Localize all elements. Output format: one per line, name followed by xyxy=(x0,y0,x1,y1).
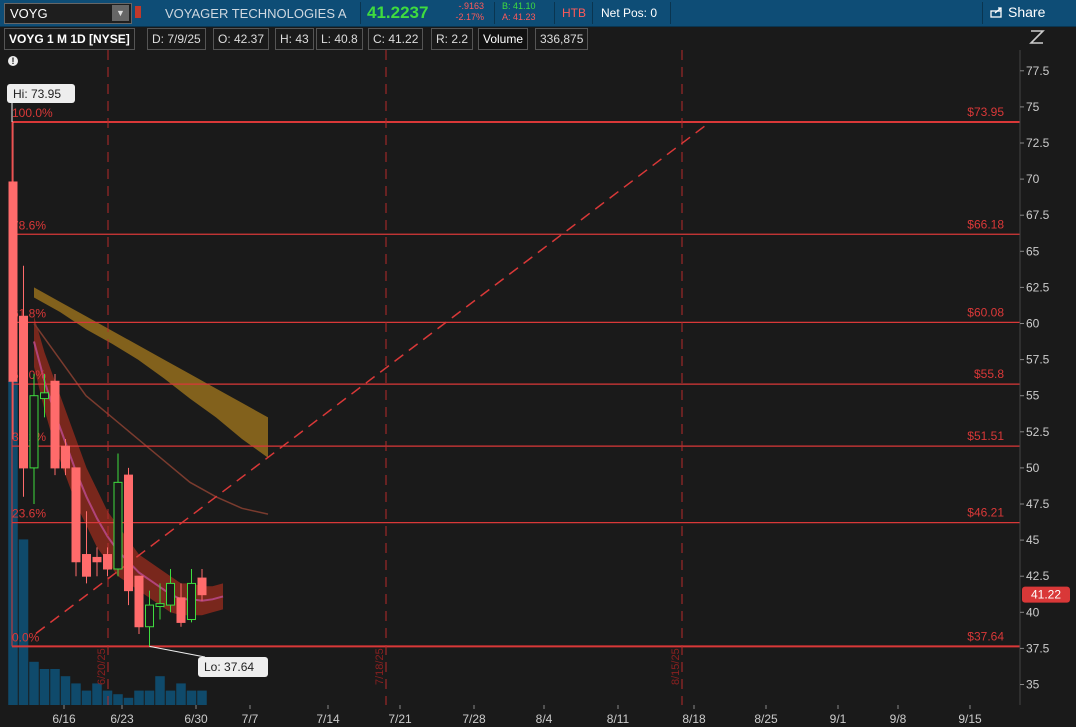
volume-bar xyxy=(155,676,165,705)
volume-bar xyxy=(144,690,155,705)
fib-price-label: $46.21 xyxy=(967,506,1004,520)
candle-body xyxy=(19,315,28,469)
info-low: L: 40.8 xyxy=(316,28,363,50)
y-tick-label: 50 xyxy=(1026,461,1040,475)
fib-price-label: $60.08 xyxy=(967,305,1004,319)
volume-bar xyxy=(176,683,186,705)
y-tick-label: 55 xyxy=(1026,389,1040,403)
candle-body xyxy=(145,604,154,628)
last-price-tag: 41.22 xyxy=(1031,588,1061,602)
x-tick-label: 7/14 xyxy=(316,712,340,726)
y-tick-label: 72.5 xyxy=(1026,136,1050,150)
x-tick-label: 7/28 xyxy=(462,712,486,726)
low-label-pointer xyxy=(149,645,206,658)
y-tick-label: 77.5 xyxy=(1026,64,1050,78)
candle-body xyxy=(176,597,186,623)
y-tick-label: 42.5 xyxy=(1026,569,1050,583)
volume-bar xyxy=(71,683,81,705)
fib-percent-label: 0.0% xyxy=(12,630,40,644)
x-tick-label: 6/16 xyxy=(52,712,76,726)
y-tick-label: 62.5 xyxy=(1026,280,1050,294)
fib-price-label: $73.95 xyxy=(967,105,1004,119)
info-date: D: 7/9/25 xyxy=(147,28,206,50)
candle-body xyxy=(61,445,70,469)
x-tick-label: 6/30 xyxy=(184,712,208,726)
candle-body xyxy=(124,474,133,592)
volume-bar xyxy=(60,676,71,705)
volume-bar xyxy=(18,539,29,705)
volume-bar xyxy=(81,690,92,705)
candle-body xyxy=(29,395,39,469)
candle-body xyxy=(197,577,207,596)
fib-percent-label: 38.2% xyxy=(12,430,46,444)
fib-percent-label: 23.6% xyxy=(12,507,46,521)
candle-body xyxy=(40,392,49,400)
candle-body xyxy=(8,181,18,382)
y-tick-label: 47.5 xyxy=(1026,497,1050,511)
info-high: H: 43 xyxy=(275,28,314,50)
info-range: R: 2.2 xyxy=(431,28,474,50)
trendline xyxy=(35,121,711,634)
fib-percent-label: 100.0% xyxy=(12,106,53,120)
low-label: Lo: 37.64 xyxy=(204,660,254,674)
fib-price-label: $37.64 xyxy=(967,629,1004,643)
x-tick-label: 8/11 xyxy=(607,712,630,726)
info-volume-label: Volume xyxy=(478,28,529,50)
info-close: C: 41.22 xyxy=(368,28,424,50)
fib-price-label: $66.18 xyxy=(967,217,1004,231)
high-label: Hi: 73.95 xyxy=(13,87,61,101)
x-tick-label: 8/4 xyxy=(536,712,553,726)
candle-body xyxy=(71,467,81,563)
y-tick-label: 52.5 xyxy=(1026,425,1050,439)
candle-body xyxy=(50,380,60,469)
volume-bar xyxy=(113,694,123,705)
candle-body xyxy=(82,554,91,577)
x-tick-label: 9/8 xyxy=(890,712,907,726)
volume-bar xyxy=(50,669,60,705)
y-tick-label: 67.5 xyxy=(1026,208,1050,222)
x-tick-label: 8/25 xyxy=(754,712,778,726)
date-marker-label: 6/20/25 xyxy=(96,648,108,685)
y-tick-label: 65 xyxy=(1026,244,1040,258)
volume-bar xyxy=(165,690,176,705)
fib-price-label: $51.51 xyxy=(967,429,1004,443)
y-tick-label: 40 xyxy=(1026,605,1040,619)
price-chart[interactable]: 100.0% $73.9578.6% $66.1861.8% $60.0850.0% $… xyxy=(0,0,1076,727)
y-tick-label: 37.5 xyxy=(1026,641,1050,655)
x-tick-label: 8/18 xyxy=(682,712,706,726)
y-tick-label: 70 xyxy=(1026,172,1040,186)
collapse-icon[interactable] xyxy=(1028,28,1046,46)
date-marker-label: 7/18/25 xyxy=(374,648,386,685)
x-tick-label: 7/21 xyxy=(388,712,412,726)
chart-title[interactable]: VOYG 1 M 1D [NYSE] xyxy=(4,28,135,50)
y-tick-label: 35 xyxy=(1026,678,1040,692)
candle-body xyxy=(134,575,144,628)
x-tick-label: 7/7 xyxy=(242,712,259,726)
y-tick-label: 45 xyxy=(1026,533,1040,547)
volume-bar xyxy=(123,697,134,705)
y-tick-label: 75 xyxy=(1026,100,1040,114)
candle-body xyxy=(103,554,112,570)
volume-bar xyxy=(186,690,197,705)
fib-price-label: $55.8 xyxy=(974,367,1004,381)
volume-bar xyxy=(134,690,144,705)
info-open: O: 42.37 xyxy=(213,28,270,50)
volume-bar xyxy=(92,683,102,705)
candle-body xyxy=(166,582,175,606)
volume-bar xyxy=(197,690,207,705)
x-tick-label: 9/15 xyxy=(958,712,982,726)
info-volume-value: 336,875 xyxy=(535,28,589,50)
volume-bar xyxy=(29,661,39,705)
x-tick-label: 9/1 xyxy=(830,712,847,726)
volume-bar xyxy=(39,669,50,705)
candle-body xyxy=(155,603,165,608)
candle-body xyxy=(187,582,196,621)
date-marker-label: 8/15/25 xyxy=(670,648,682,685)
info-icon[interactable]: ! xyxy=(8,56,18,66)
candle-body xyxy=(113,481,123,570)
candle-body xyxy=(92,556,102,563)
y-tick-label: 60 xyxy=(1026,317,1040,331)
y-tick-label: 57.5 xyxy=(1026,353,1050,367)
x-tick-label: 6/23 xyxy=(110,712,134,726)
